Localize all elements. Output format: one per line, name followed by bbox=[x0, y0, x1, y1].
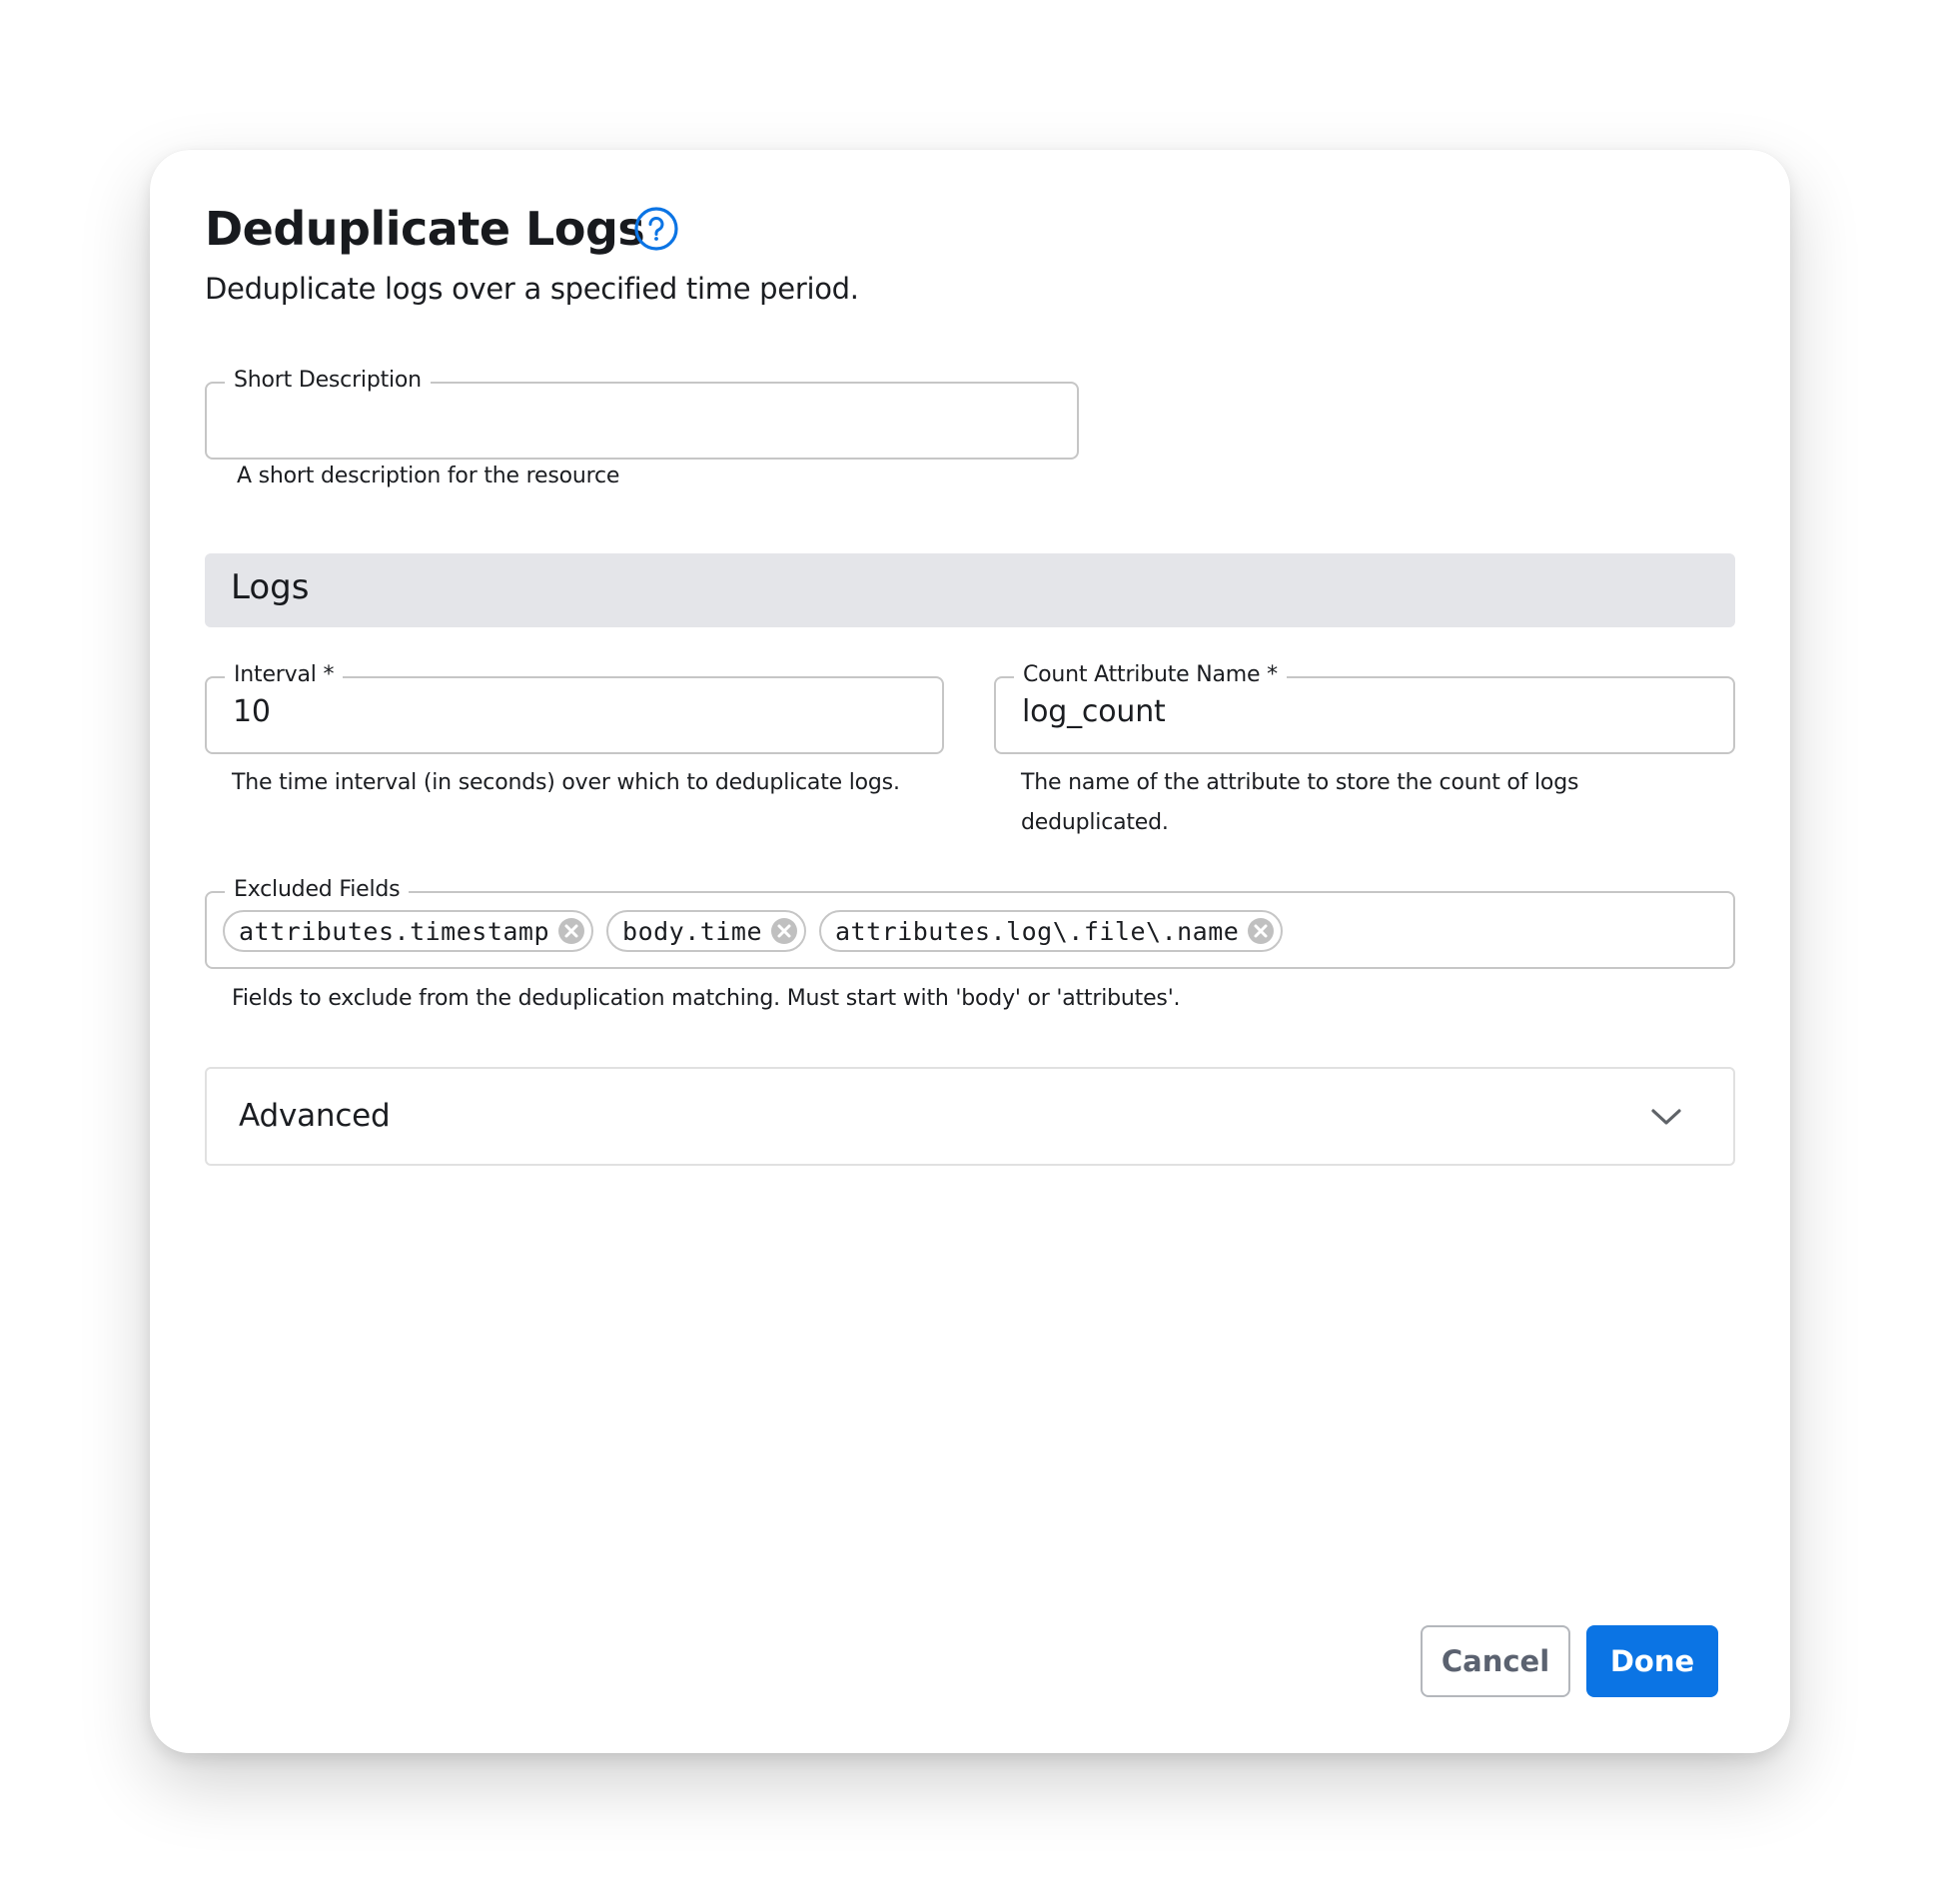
excluded-field-chip: body.time bbox=[606, 910, 806, 952]
excluded-field-chip: attributes.log\.file\.name bbox=[819, 910, 1284, 952]
cancel-button[interactable]: Cancel bbox=[1421, 1625, 1570, 1697]
chevron-down-icon[interactable] bbox=[1649, 1105, 1683, 1129]
close-circle-icon[interactable] bbox=[557, 917, 585, 945]
excluded-field-chip: attributes.timestamp bbox=[223, 910, 594, 952]
dialog-subtitle: Deduplicate logs over a specified time p… bbox=[205, 272, 859, 306]
logs-section-title: Logs bbox=[231, 567, 310, 607]
excluded-fields-label: Excluded Fields bbox=[225, 875, 410, 905]
count-attribute-name-field[interactable]: Count Attribute Name * bbox=[994, 660, 1735, 754]
short-description-field[interactable]: Short Description bbox=[205, 366, 1079, 460]
close-circle-icon[interactable] bbox=[1247, 917, 1275, 945]
interval-input[interactable] bbox=[233, 694, 858, 729]
advanced-accordion[interactable]: Advanced bbox=[205, 1067, 1735, 1166]
count-attribute-helper-line2: deduplicated. bbox=[1021, 810, 1169, 835]
deduplicate-logs-dialog: Deduplicate Logs Deduplicate logs over a… bbox=[150, 150, 1790, 1753]
excluded-fields-field[interactable]: Excluded Fields attributes.timestamp bod… bbox=[205, 875, 1735, 969]
count-attribute-helper-line1: The name of the attribute to store the c… bbox=[1021, 770, 1579, 795]
short-description-helper: A short description for the resource bbox=[237, 464, 620, 488]
excluded-fields-chips: attributes.timestamp body.time attribute… bbox=[223, 910, 1284, 952]
count-attribute-helper: The name of the attribute to store the c… bbox=[1021, 763, 1578, 843]
chip-label: attributes.timestamp bbox=[239, 916, 550, 946]
short-description-input[interactable] bbox=[233, 400, 973, 435]
interval-helper: The time interval (in seconds) over whic… bbox=[232, 770, 900, 795]
count-attribute-name-label: Count Attribute Name * bbox=[1014, 660, 1287, 690]
excluded-fields-helper: Fields to exclude from the deduplication… bbox=[232, 986, 1181, 1011]
chip-label: body.time bbox=[622, 916, 762, 946]
advanced-label: Advanced bbox=[239, 1098, 391, 1134]
short-description-label: Short Description bbox=[225, 366, 431, 396]
help-circle-icon[interactable] bbox=[633, 206, 679, 252]
done-button[interactable]: Done bbox=[1586, 1625, 1718, 1697]
dialog-title: Deduplicate Logs bbox=[205, 202, 645, 256]
interval-field[interactable]: Interval * bbox=[205, 660, 944, 754]
logs-section-header: Logs bbox=[205, 553, 1735, 627]
chip-label: attributes.log\.file\.name bbox=[835, 916, 1240, 946]
dialog-header: Deduplicate Logs bbox=[205, 200, 645, 258]
close-circle-icon[interactable] bbox=[770, 917, 798, 945]
count-attribute-name-input[interactable] bbox=[1022, 694, 1649, 729]
interval-label: Interval * bbox=[225, 660, 344, 690]
